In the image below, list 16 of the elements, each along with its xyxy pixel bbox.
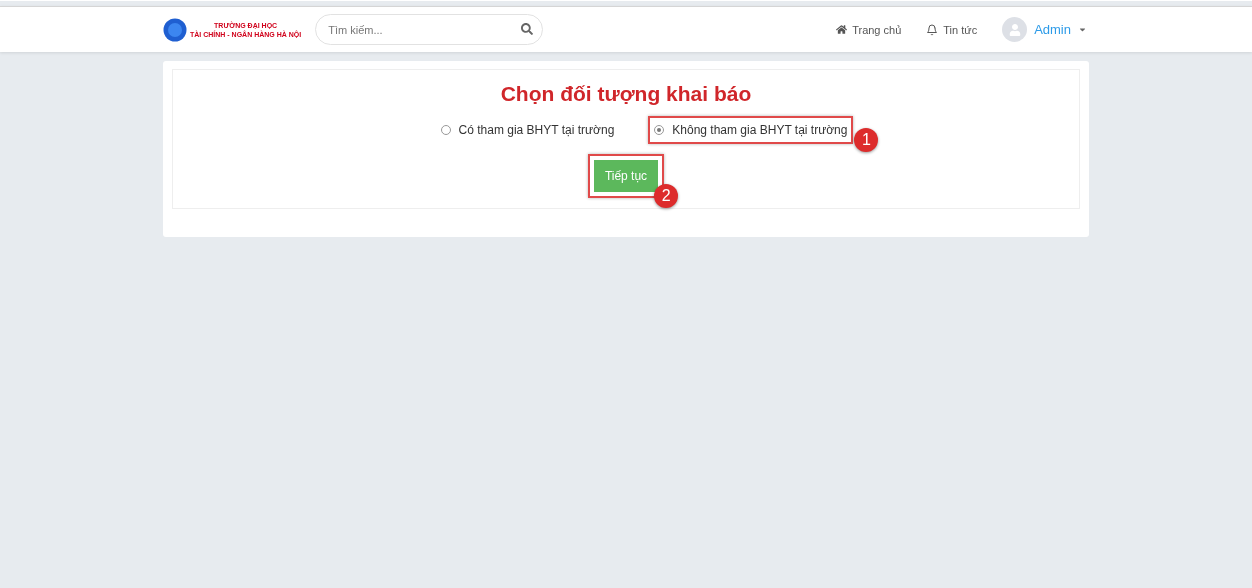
search-field[interactable]: Tìm kiếm... <box>315 14 544 45</box>
radio-label[interactable]: Có tham gia BHYT tại trường <box>458 123 615 137</box>
logo-icon <box>163 17 187 42</box>
radio-label[interactable]: Không tham gia BHYT tại trường <box>672 123 848 137</box>
search-icon[interactable] <box>521 23 534 35</box>
step-badge: 1 <box>854 128 879 152</box>
form-title: Chọn đối tượng khai báo <box>500 82 752 106</box>
nav-link[interactable]: Trang chủ <box>836 23 902 36</box>
avatar-icon <box>1002 17 1028 42</box>
caret-icon <box>1078 25 1087 34</box>
nav-link[interactable]: Tin tức <box>926 23 978 36</box>
nav-link-text[interactable]: Tin tức <box>943 23 978 36</box>
step-badge: 2 <box>654 184 679 208</box>
nav-link-text[interactable]: Trang chủ <box>852 23 902 36</box>
home-icon <box>836 24 848 35</box>
bell-icon <box>926 23 939 36</box>
